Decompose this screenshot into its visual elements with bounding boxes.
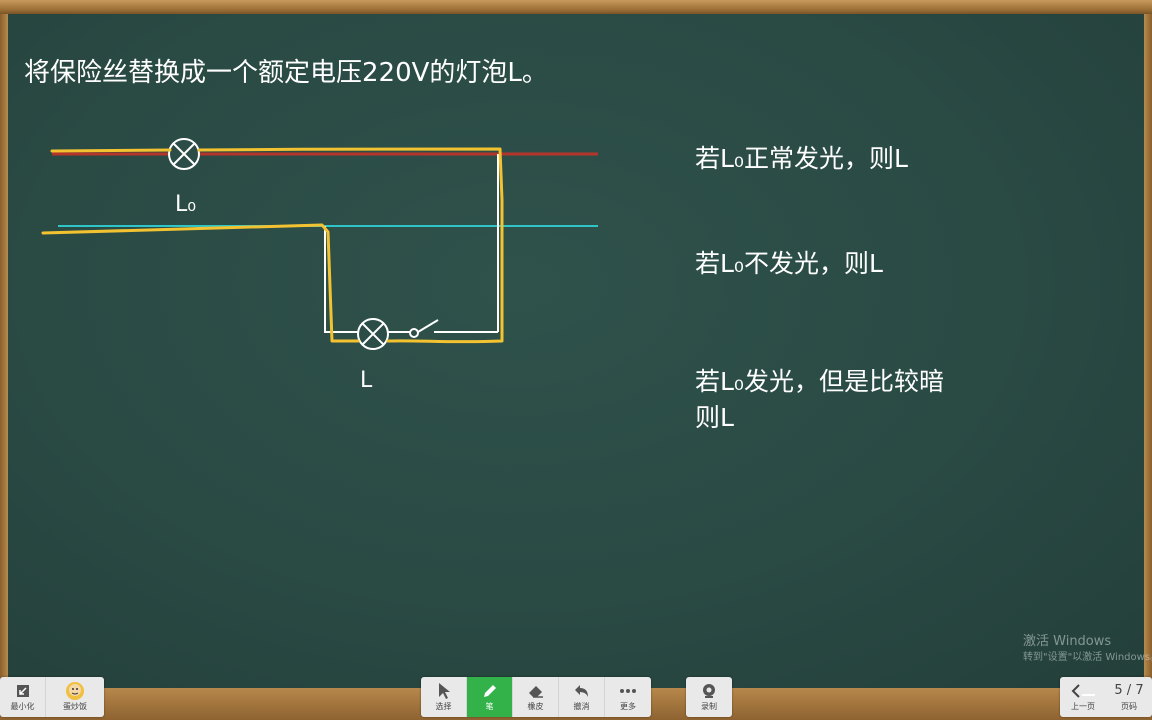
load-lamp-icon bbox=[357, 318, 389, 350]
record-button[interactable]: 录制 bbox=[686, 677, 732, 717]
tool-toolbar: 选择 笔 橡皮 撤消 更多 bbox=[421, 677, 651, 717]
undo-label: 撤消 bbox=[573, 702, 590, 711]
pen-tool-label: 笔 bbox=[485, 702, 494, 711]
chevron-left-icon bbox=[1071, 684, 1095, 698]
test-lamp-label: L₀ bbox=[175, 192, 197, 217]
condition-dim-then: 则L bbox=[695, 403, 734, 432]
activation-watermark-hint: 转到"设置"以激活 Windows。 bbox=[1023, 652, 1152, 663]
page-title: 将保险丝替换成一个额定电压220V的灯泡L。 bbox=[24, 58, 548, 88]
cursor-icon bbox=[438, 683, 450, 699]
eraser-tool-button[interactable]: 橡皮 bbox=[513, 677, 559, 717]
user-button[interactable]: 蛋炒饭 bbox=[46, 677, 104, 717]
load-lamp-label: L bbox=[360, 368, 373, 393]
minimize-icon bbox=[16, 685, 29, 697]
minimize-button[interactable]: 最小化 bbox=[0, 677, 46, 717]
activation-watermark-title: 激活 Windows bbox=[1023, 634, 1112, 649]
left-toolbar: 最小化 蛋炒饭 bbox=[0, 677, 104, 717]
more-icon bbox=[620, 689, 636, 693]
minimize-label: 最小化 bbox=[10, 702, 35, 711]
switch-pivot bbox=[409, 328, 419, 338]
record-label: 录制 bbox=[701, 702, 717, 711]
pen-icon bbox=[483, 685, 496, 697]
branch-wires bbox=[324, 154, 499, 333]
highlight-current-path bbox=[41, 147, 504, 344]
condition-normal: 若L₀正常发光，则L bbox=[695, 144, 908, 173]
pen-tool-button[interactable]: 笔 bbox=[467, 677, 513, 717]
user-label: 蛋炒饭 bbox=[63, 702, 87, 711]
page-number-button[interactable]: 5 / 7 页码 bbox=[1106, 677, 1152, 717]
test-lamp-icon bbox=[168, 138, 200, 170]
prev-page-label: 上一页 bbox=[1071, 702, 1095, 711]
page-indicator: 5 / 7 bbox=[1114, 683, 1144, 698]
eraser-icon bbox=[528, 686, 543, 698]
record-icon bbox=[703, 684, 715, 698]
page-toolbar: 上一页 5 / 7 页码 bbox=[1060, 677, 1152, 717]
select-tool-button[interactable]: 选择 bbox=[421, 677, 467, 717]
eraser-tool-label: 橡皮 bbox=[527, 702, 544, 711]
record-toolbar: 录制 bbox=[686, 677, 732, 717]
more-button[interactable]: 更多 bbox=[605, 677, 651, 717]
prev-page-button[interactable]: 上一页 bbox=[1060, 677, 1106, 717]
avatar-icon bbox=[66, 682, 84, 700]
undo-button[interactable]: 撤消 bbox=[559, 677, 605, 717]
page-number-label: 页码 bbox=[1121, 702, 1137, 711]
condition-off: 若L₀不发光，则L bbox=[695, 249, 883, 278]
undo-icon bbox=[574, 685, 588, 697]
select-tool-label: 选择 bbox=[435, 702, 452, 711]
circuit-diagram bbox=[41, 138, 598, 350]
more-label: 更多 bbox=[620, 702, 636, 711]
condition-dim: 若L₀发光，但是比较暗 bbox=[695, 367, 944, 396]
